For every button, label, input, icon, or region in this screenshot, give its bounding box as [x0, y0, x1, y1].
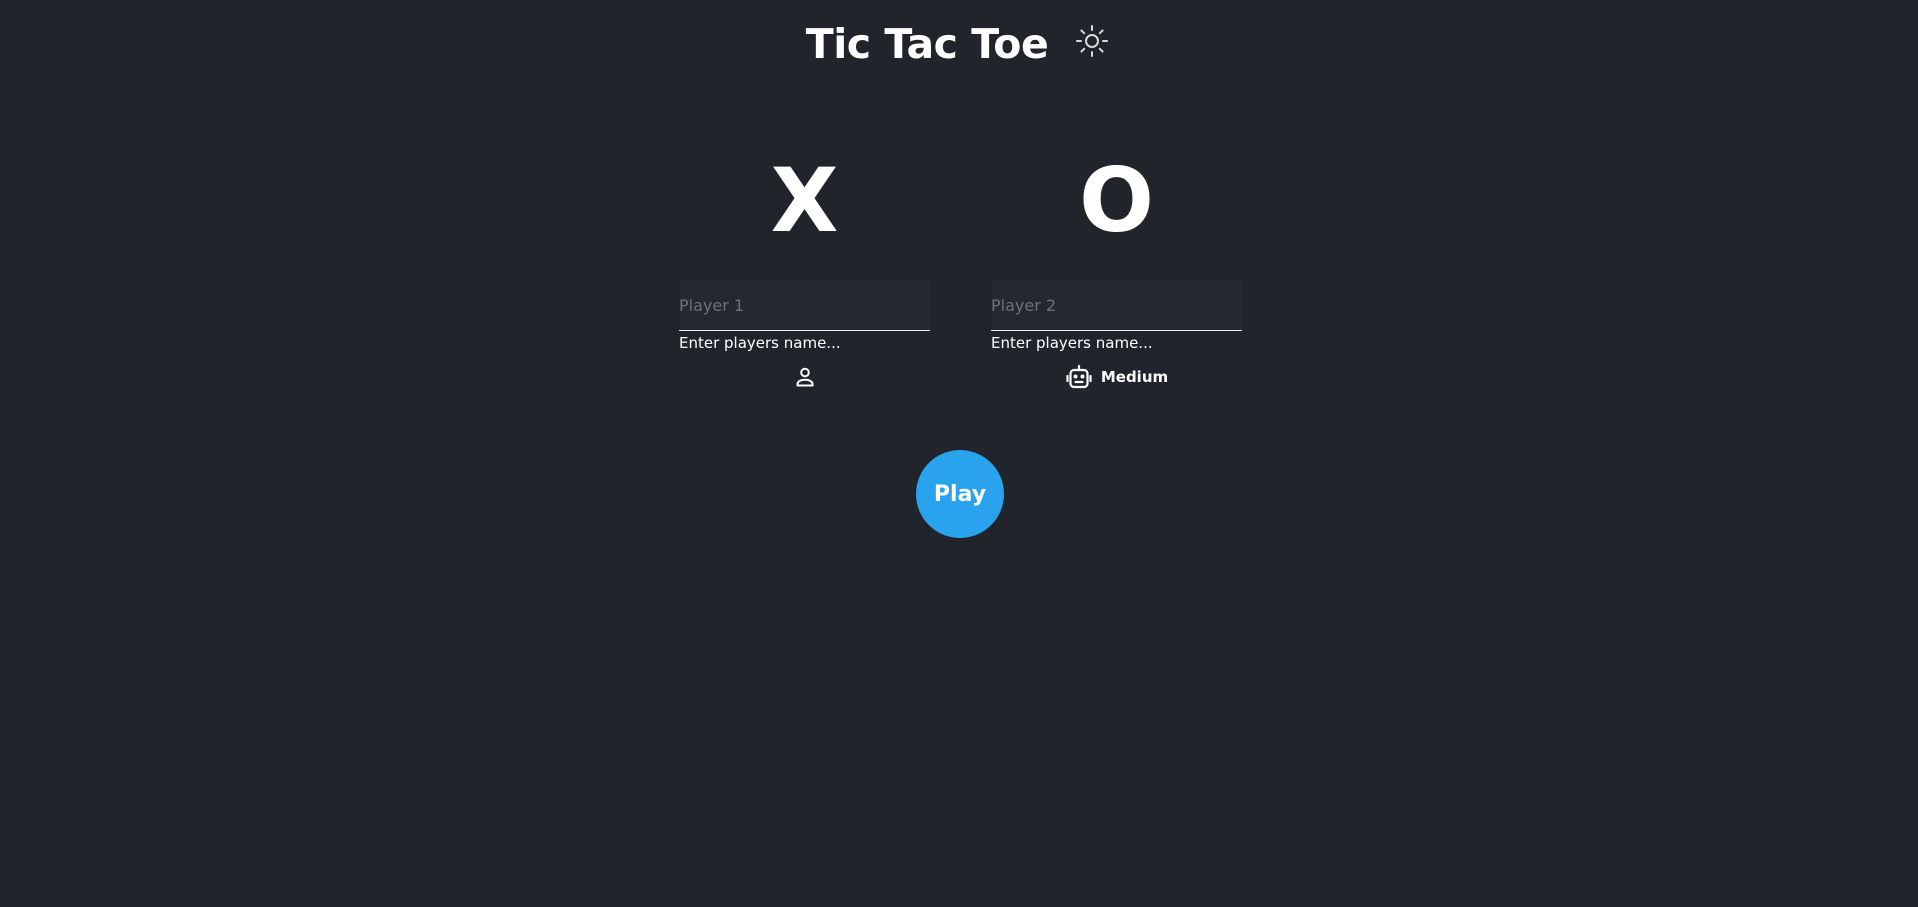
player-2-name-input[interactable] [991, 281, 1242, 331]
header: Tic Tac Toe [0, 14, 1918, 74]
person-icon [796, 367, 813, 387]
player-1-name-input[interactable] [679, 281, 930, 331]
sun-icon [1076, 25, 1109, 57]
player-2-symbol: O [1079, 149, 1154, 252]
app-root: Tic Tac Toe X Enter players name... [0, 0, 1918, 907]
player-1-helper-text: Enter players name... [679, 334, 841, 352]
player-1-type-toggle[interactable] [679, 363, 930, 391]
difficulty-label: Medium [1100, 368, 1169, 386]
player-1-panel: X Enter players name... [679, 140, 930, 391]
theme-toggle-button[interactable] [1072, 21, 1112, 61]
page-title: Tic Tac Toe [805, 20, 1049, 68]
player-setup: X Enter players name... O Enter players … [679, 140, 1242, 391]
player-2-helper-text: Enter players name... [991, 334, 1153, 352]
player-1-symbol: X [770, 149, 839, 252]
robot-icon [1066, 364, 1092, 389]
player-2-panel: O Enter players name... Medium [991, 140, 1242, 391]
player-2-type-toggle[interactable]: Medium [991, 363, 1242, 391]
play-button[interactable]: Play [916, 450, 1004, 538]
